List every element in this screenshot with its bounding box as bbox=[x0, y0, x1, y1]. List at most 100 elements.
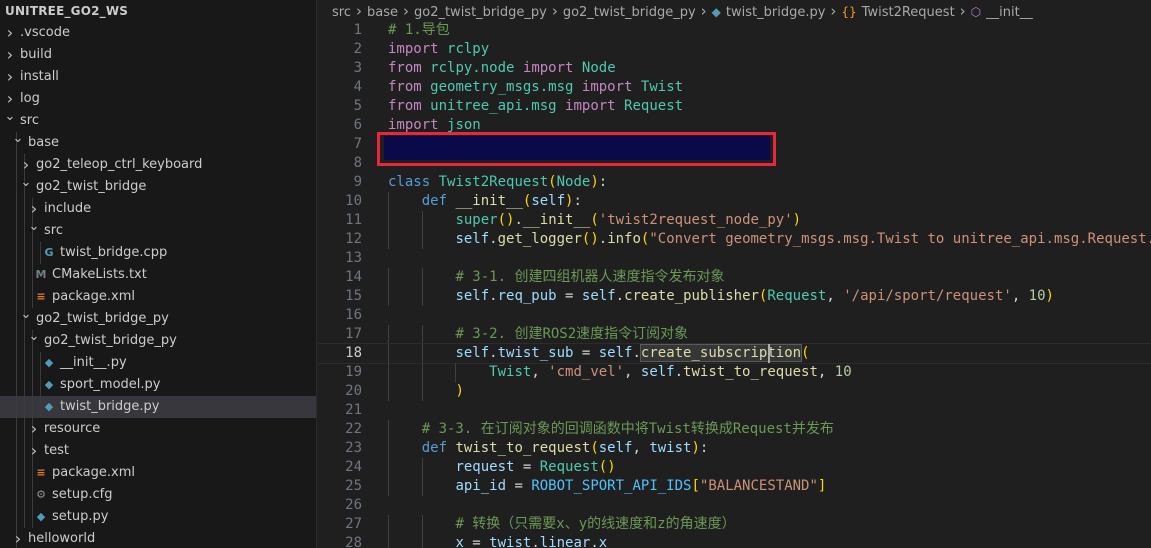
chevron-right-icon[interactable]: › bbox=[20, 154, 32, 176]
code-line[interactable]: 5 from unitree_api.msg import Request bbox=[318, 97, 1151, 116]
chevron-right-icon[interactable]: › bbox=[28, 440, 40, 462]
chevron-right-icon[interactable]: › bbox=[4, 22, 16, 44]
tree-file-twist-bridge-py[interactable]: ◆ twist_bridge.py bbox=[0, 396, 316, 418]
tree-file-setup-cfg[interactable]: ⚙ setup.cfg bbox=[0, 484, 316, 506]
code-line[interactable]: 2 import rclpy bbox=[318, 40, 1151, 59]
tree-folder-go2-twist-bridge[interactable]: ⌄ go2_twist_bridge bbox=[0, 176, 316, 198]
code-line[interactable]: 10 def __init__(self): bbox=[318, 192, 1151, 211]
chevron-down-icon[interactable]: ⌄ bbox=[28, 330, 40, 352]
tree-folder-log[interactable]: › log bbox=[0, 88, 316, 110]
code-line[interactable]: 24 request = Request() bbox=[318, 458, 1151, 477]
tree-file-twist-bridge-cpp[interactable]: Gtwist_bridge.cpp bbox=[0, 242, 316, 264]
tree-folder-go2-twist-bridge-py[interactable]: ⌄ go2_twist_bridge_py bbox=[0, 330, 316, 352]
code-line[interactable]: 20) bbox=[318, 382, 1151, 401]
code-token: create_publisher bbox=[624, 288, 759, 304]
breadcrumb-item[interactable]: src bbox=[332, 5, 351, 20]
tree-file-cmakelists-txt[interactable]: M CMakeLists.txt bbox=[0, 264, 316, 286]
code-line[interactable]: 14 # 3-1. 创建四组机器人速度指令发布对象 bbox=[318, 268, 1151, 287]
code-line[interactable]: 19 Twist, 'cmd_vel', self.twist_to_reques… bbox=[318, 363, 1151, 382]
breadcrumb-item[interactable]: base bbox=[367, 5, 398, 20]
line-number: 2 bbox=[353, 41, 362, 57]
breadcrumb-item[interactable]: ⬡ __init__ bbox=[971, 5, 1033, 20]
indent-guide bbox=[16, 330, 17, 352]
tree-file--init-py[interactable]: ◆ __init__.py bbox=[0, 352, 316, 374]
code-token: . bbox=[615, 288, 625, 304]
code-line[interactable]: 15 self.req_pub = self.create_publisher(R… bbox=[318, 287, 1151, 306]
chevron-right-icon[interactable]: › bbox=[12, 528, 24, 548]
code-token: : bbox=[573, 193, 582, 209]
code-line[interactable]: 17 # 3-2. 创建ROS2速度指令订阅对象 bbox=[318, 325, 1151, 344]
indent-guide bbox=[421, 515, 423, 534]
tree-file-package-xml[interactable]: ≡ package.xml bbox=[0, 462, 316, 484]
chevron-right-icon[interactable]: › bbox=[4, 88, 16, 110]
breadcrumb-label: go2_twist_bridge_py bbox=[562, 5, 696, 20]
indent-guide bbox=[40, 374, 41, 396]
chevron-right-icon[interactable]: › bbox=[4, 66, 16, 88]
chevron-down-icon[interactable]: ⌄ bbox=[12, 132, 24, 154]
code-line[interactable]: 11 super().__init__('twist2request_node_p… bbox=[318, 211, 1151, 230]
code-line[interactable]: 22 # 3-3. 在订阅对象的回调函数中将Twist转换成Request并发布 bbox=[318, 420, 1151, 439]
chevron-right-icon[interactable]: › bbox=[28, 198, 40, 220]
code-area[interactable]: 1 # 1.导包 2 import rclpy 3 from rclpy.node imp… bbox=[318, 21, 1151, 548]
tree-folder-resource[interactable]: › resource bbox=[0, 418, 316, 440]
tree-folder-install[interactable]: › install bbox=[0, 66, 316, 88]
tree-folder-include[interactable]: › include bbox=[0, 198, 316, 220]
tree-folder-build[interactable]: › build bbox=[0, 44, 316, 66]
chevron-down-icon[interactable]: ⌄ bbox=[28, 220, 40, 242]
code-line[interactable]: 26 bbox=[318, 496, 1151, 515]
chevron-right-icon[interactable]: › bbox=[4, 44, 16, 66]
breadcrumb-item[interactable]: {} Twist2Request bbox=[841, 5, 954, 20]
tree-folder-helloworld[interactable]: › helloworld bbox=[0, 528, 316, 548]
code-line[interactable]: 13 bbox=[318, 249, 1151, 268]
breadcrumb-label: src bbox=[332, 5, 351, 20]
code-line[interactable]: 28 x = twist.linear.x bbox=[318, 534, 1151, 548]
code-token: = bbox=[463, 535, 490, 548]
chevron-right-icon: › bbox=[551, 2, 558, 20]
code-line[interactable]: 27 # 转换（只需要x、y的线速度和z的角速度） bbox=[318, 515, 1151, 534]
breadcrumb-item[interactable]: go2_twist_bridge_py bbox=[414, 5, 547, 20]
explorer-title[interactable]: UNITREE_GO2_WS bbox=[0, 0, 316, 22]
code-line[interactable]: 23 def twist_to_request(self, twist): bbox=[318, 439, 1151, 458]
code-token: ( bbox=[590, 212, 599, 228]
code-line[interactable]: 1 # 1.导包 bbox=[318, 21, 1151, 40]
breadcrumb-item[interactable]: go2_twist_bridge_py bbox=[563, 5, 696, 20]
tree-folder-src[interactable]: ⌄ src bbox=[0, 220, 316, 242]
indent-guide bbox=[32, 506, 33, 528]
tree-folder-go2-teleop-ctrl-keyboard[interactable]: › go2_teleop_ctrl_keyboard bbox=[0, 154, 316, 176]
code-line[interactable]: 21 bbox=[318, 401, 1151, 420]
code-line[interactable]: 9 class Twist2Request(Node): bbox=[318, 173, 1151, 192]
code-line[interactable]: 6 import json bbox=[318, 116, 1151, 135]
code-line[interactable]: 12 self.get_logger().info("Convert geomet… bbox=[318, 230, 1151, 249]
code-line[interactable]: 3 from rclpy.node import Node bbox=[318, 59, 1151, 78]
line-number: 20 bbox=[345, 383, 362, 399]
code-text: x = twist.linear.x bbox=[455, 534, 607, 548]
tree-folder-test[interactable]: › test bbox=[0, 440, 316, 462]
tree-file-sport-model-py[interactable]: ◆ sport_model.py bbox=[0, 374, 316, 396]
indent-guide bbox=[421, 325, 423, 344]
indent-guide bbox=[388, 268, 389, 287]
code-line[interactable]: 4 from geometry_msgs.msg import Twist bbox=[318, 78, 1151, 97]
tree-file-package-xml[interactable]: ≡ package.xml bbox=[0, 286, 316, 308]
chevron-down-icon[interactable]: ⌄ bbox=[20, 308, 32, 330]
code-line[interactable]: 16 bbox=[318, 306, 1151, 325]
tree-folder-src[interactable]: ⌄ src bbox=[0, 110, 316, 132]
tree-folder-go2-twist-bridge-py[interactable]: ⌄ go2_twist_bridge_py bbox=[0, 308, 316, 330]
chevron-down-icon[interactable]: ⌄ bbox=[4, 110, 16, 132]
tree-file-setup-py[interactable]: ◆ setup.py bbox=[0, 506, 316, 528]
code-text: # 转换（只需要x、y的线速度和z的角速度） bbox=[455, 515, 735, 534]
breadcrumb-label: __init__ bbox=[986, 5, 1033, 20]
chevron-right-icon[interactable]: › bbox=[28, 418, 40, 440]
tree-folder-base[interactable]: ⌄ base bbox=[0, 132, 316, 154]
tree-folder--vscode[interactable]: › .vscode bbox=[0, 22, 316, 44]
code-token: create_subscription bbox=[639, 344, 803, 362]
code-line[interactable]: 25 api_id = ROBOT_SPORT_API_IDS["BALANCES… bbox=[318, 477, 1151, 496]
breadcrumb-item[interactable]: ◆ twist_bridge.py bbox=[712, 5, 826, 20]
line-number: 26 bbox=[345, 497, 362, 513]
chevron-right-icon: › bbox=[355, 2, 362, 20]
indent-guide bbox=[32, 286, 33, 308]
code-line[interactable]: 18 self.twist_sub = self.create_subscript… bbox=[318, 343, 1151, 364]
code-text: # 3-2. 创建ROS2速度指令订阅对象 bbox=[455, 325, 688, 344]
chevron-down-icon[interactable]: ⌄ bbox=[20, 176, 32, 198]
